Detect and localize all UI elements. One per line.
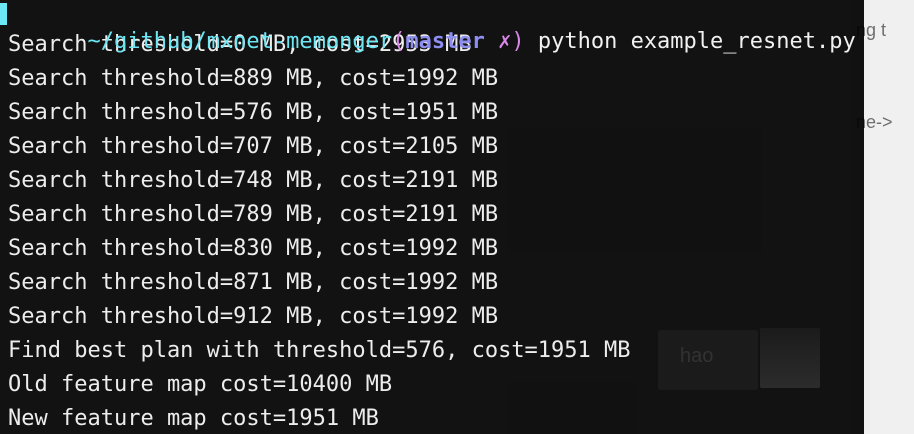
prompt-close-paren: ) — [511, 29, 525, 54]
output-line: Search threshold=707 MB, cost=2105 MB — [8, 134, 499, 159]
terminal-output: ~/github/mxnet-memonger(master ✗) python… — [0, 0, 864, 434]
output-line: Find best plan with threshold=576, cost=… — [8, 338, 631, 363]
output-line: Old feature map cost=10400 MB — [8, 372, 393, 397]
prompt-branch: master — [405, 29, 485, 54]
output-line: Search threshold=830 MB, cost=1992 MB — [8, 236, 499, 261]
terminal-window[interactable]: hao ~/github/mxnet-memonger(master ✗) py… — [0, 0, 864, 434]
output-line: Search threshold=889 MB, cost=1992 MB — [8, 66, 499, 91]
output-line: Search threshold=789 MB, cost=2191 MB — [8, 202, 499, 227]
prompt-line: ~/github/mxnet-memonger(master ✗) python… — [0, 0, 864, 54]
prompt-command: python example_resnet.py — [524, 29, 856, 54]
output-line: Search threshold=912 MB, cost=1992 MB — [8, 304, 499, 329]
prompt-path: ~/github/mxnet-memonger — [87, 29, 393, 54]
output-line: Search threshold=871 MB, cost=1992 MB — [8, 270, 499, 295]
prompt-dirty-icon: ✗ — [484, 29, 512, 54]
output-line: Search threshold=576 MB, cost=1951 MB — [8, 100, 499, 125]
prompt-open-paren: ( — [392, 29, 406, 54]
output-line: New feature map cost=1951 MB — [8, 406, 379, 431]
output-line: Search threshold=748 MB, cost=2191 MB — [8, 168, 499, 193]
prompt-arrow-icon — [0, 3, 7, 25]
